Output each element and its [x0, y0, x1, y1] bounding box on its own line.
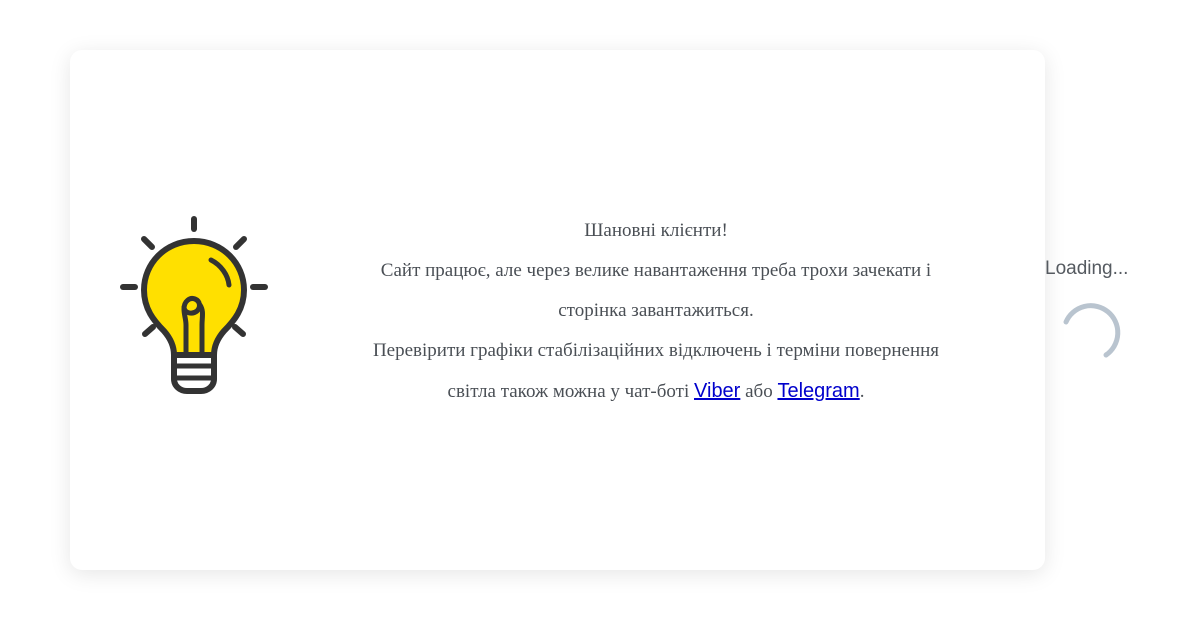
- viber-link[interactable]: Viber: [694, 380, 740, 402]
- notice-line-4: світла також можна у чат-боті Viber або …: [320, 371, 992, 412]
- notice-line-2: сторінка завантажиться.: [558, 300, 754, 321]
- connector-text: або: [740, 381, 778, 402]
- notice-line-4-suffix: .: [859, 381, 865, 402]
- notice-line-3: Перевірити графіки стабілізаційних відкл…: [372, 340, 940, 361]
- greeting-text: Шановні клієнти!: [584, 220, 728, 241]
- notice-line-1: Сайт працює, але через велике навантажен…: [380, 260, 932, 281]
- loading-label: Loading...: [1045, 258, 1129, 279]
- notice-message: Шановні клієнти! Сайт працює, але через …: [320, 211, 992, 412]
- notice-line-4-prefix: світла також можна у чат-боті: [447, 381, 695, 402]
- telegram-link[interactable]: Telegram: [777, 380, 859, 402]
- loading-spinner-icon: [1063, 303, 1121, 358]
- lightbulb-icon: [120, 216, 268, 394]
